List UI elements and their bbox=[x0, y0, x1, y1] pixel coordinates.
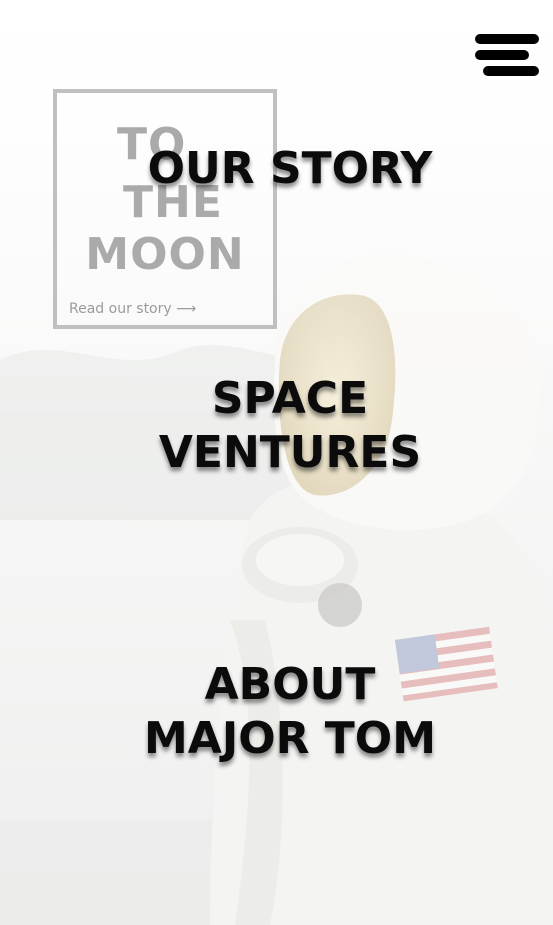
nav-item-about-major-tom-line1: ABOUT bbox=[204, 659, 376, 710]
title-card: TO THE MOON Read our story ⟶ bbox=[53, 89, 277, 329]
hamburger-icon-bar-top bbox=[475, 34, 539, 44]
title-line-3: MOON bbox=[85, 229, 245, 280]
nav-item-our-story[interactable]: OUR STORY bbox=[0, 142, 553, 196]
hamburger-icon-bar-bottom bbox=[483, 66, 539, 76]
nav-item-space-ventures[interactable]: SPACE VENTURES bbox=[0, 372, 553, 480]
nav-item-about-major-tom[interactable]: ABOUT MAJOR TOM bbox=[0, 658, 553, 766]
nav-item-space-ventures-line2: VENTURES bbox=[158, 427, 422, 478]
nav-item-our-story-line1: OUR STORY bbox=[147, 143, 433, 194]
nav-item-about-major-tom-line2: MAJOR TOM bbox=[143, 713, 436, 764]
hamburger-menu-button[interactable] bbox=[473, 34, 539, 78]
read-our-story-link[interactable]: Read our story ⟶ bbox=[69, 301, 196, 317]
nav-item-space-ventures-line1: SPACE bbox=[211, 373, 369, 424]
hamburger-icon-bar-middle bbox=[475, 50, 529, 60]
